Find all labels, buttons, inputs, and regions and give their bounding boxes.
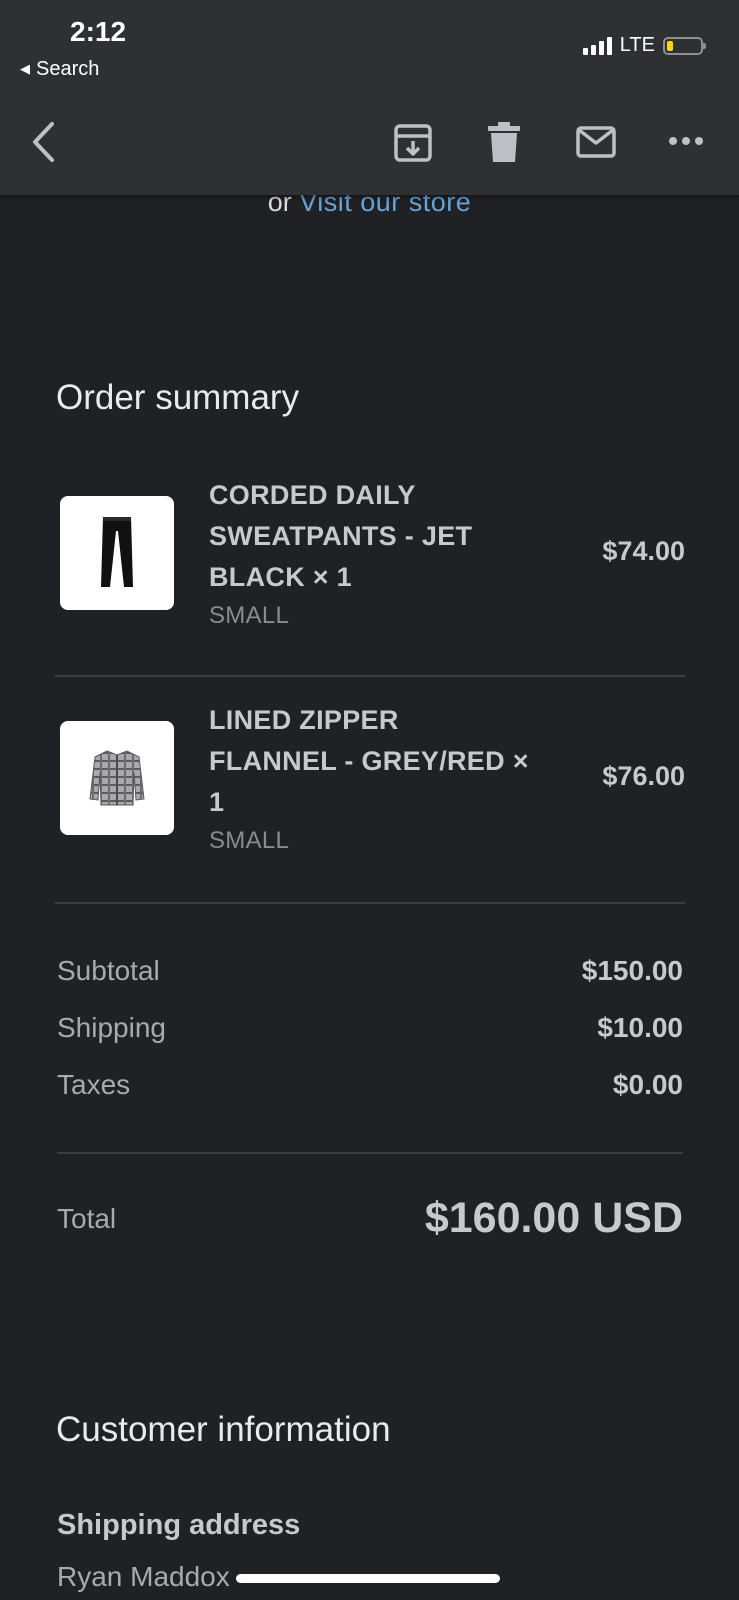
- total-value: $160.00 USD: [424, 1194, 683, 1242]
- sweatpants-icon: [101, 517, 133, 587]
- customer-information-title: Customer information: [56, 1410, 391, 1449]
- divider: [55, 675, 685, 677]
- order-item: LINED ZIPPER FLANNEL - GREY/RED × 1 SMAL…: [55, 703, 685, 854]
- cost-label: Subtotal: [57, 955, 160, 986]
- network-type: LTE: [619, 34, 655, 56]
- cost-label: Shipping: [57, 1012, 166, 1043]
- total-label: Total: [57, 1202, 117, 1234]
- back-to-search-label: Search: [36, 58, 100, 80]
- taxes-row: Taxes $0.00: [57, 1069, 683, 1101]
- order-item: CORDED DAILY SWEATPANTS - JET BLACK × 1 …: [55, 478, 685, 629]
- cost-value: $150.00: [581, 955, 683, 986]
- back-triangle-icon: ◀: [20, 61, 30, 76]
- status-time: 2:12: [70, 16, 127, 47]
- divider: [55, 902, 685, 904]
- order-summary-title: Order summary: [56, 378, 300, 417]
- mail-icon[interactable]: [576, 126, 616, 158]
- flannel-image: [60, 721, 174, 835]
- item-title: LINED ZIPPER FLANNEL - GREY/RED × 1: [209, 705, 529, 817]
- status-indicators: LTE: [582, 34, 706, 57]
- item-title: CORDED DAILY SWEATPANTS - JET BLACK × 1: [209, 480, 473, 592]
- battery-fill: [667, 40, 673, 51]
- shipping-row: Shipping $10.00: [57, 1012, 683, 1044]
- back-to-search-button[interactable]: ◀ Search: [20, 58, 99, 81]
- back-chevron-icon[interactable]: [30, 120, 56, 164]
- signal-icon: [582, 36, 612, 55]
- home-indicator[interactable]: [236, 1574, 500, 1583]
- item-variant: SMALL: [209, 827, 290, 854]
- app-bar: 2:12 ◀ Search LTE: [0, 0, 739, 195]
- sweatpants-image: [60, 496, 174, 610]
- customer-name: Ryan Maddox: [57, 1561, 230, 1592]
- battery-icon: [663, 36, 706, 55]
- shipping-address-label: Shipping address: [57, 1509, 301, 1541]
- cost-value: $0.00: [612, 1069, 683, 1100]
- more-icon[interactable]: [668, 134, 704, 148]
- item-variant: SMALL: [209, 602, 290, 629]
- delete-icon[interactable]: [488, 122, 520, 162]
- item-price: $76.00: [602, 761, 685, 791]
- cost-label: Taxes: [57, 1069, 131, 1100]
- cost-value: $10.00: [597, 1012, 683, 1043]
- email-message-view: or Visit our store Order summary CORDED …: [0, 0, 739, 1600]
- item-price: $74.00: [602, 536, 685, 566]
- archive-icon[interactable]: [394, 124, 432, 162]
- total-row: Total $160.00 USD: [57, 1194, 683, 1243]
- divider: [57, 1152, 683, 1154]
- flannel-icon: [89, 750, 145, 806]
- subtotal-row: Subtotal $150.00: [57, 955, 683, 987]
